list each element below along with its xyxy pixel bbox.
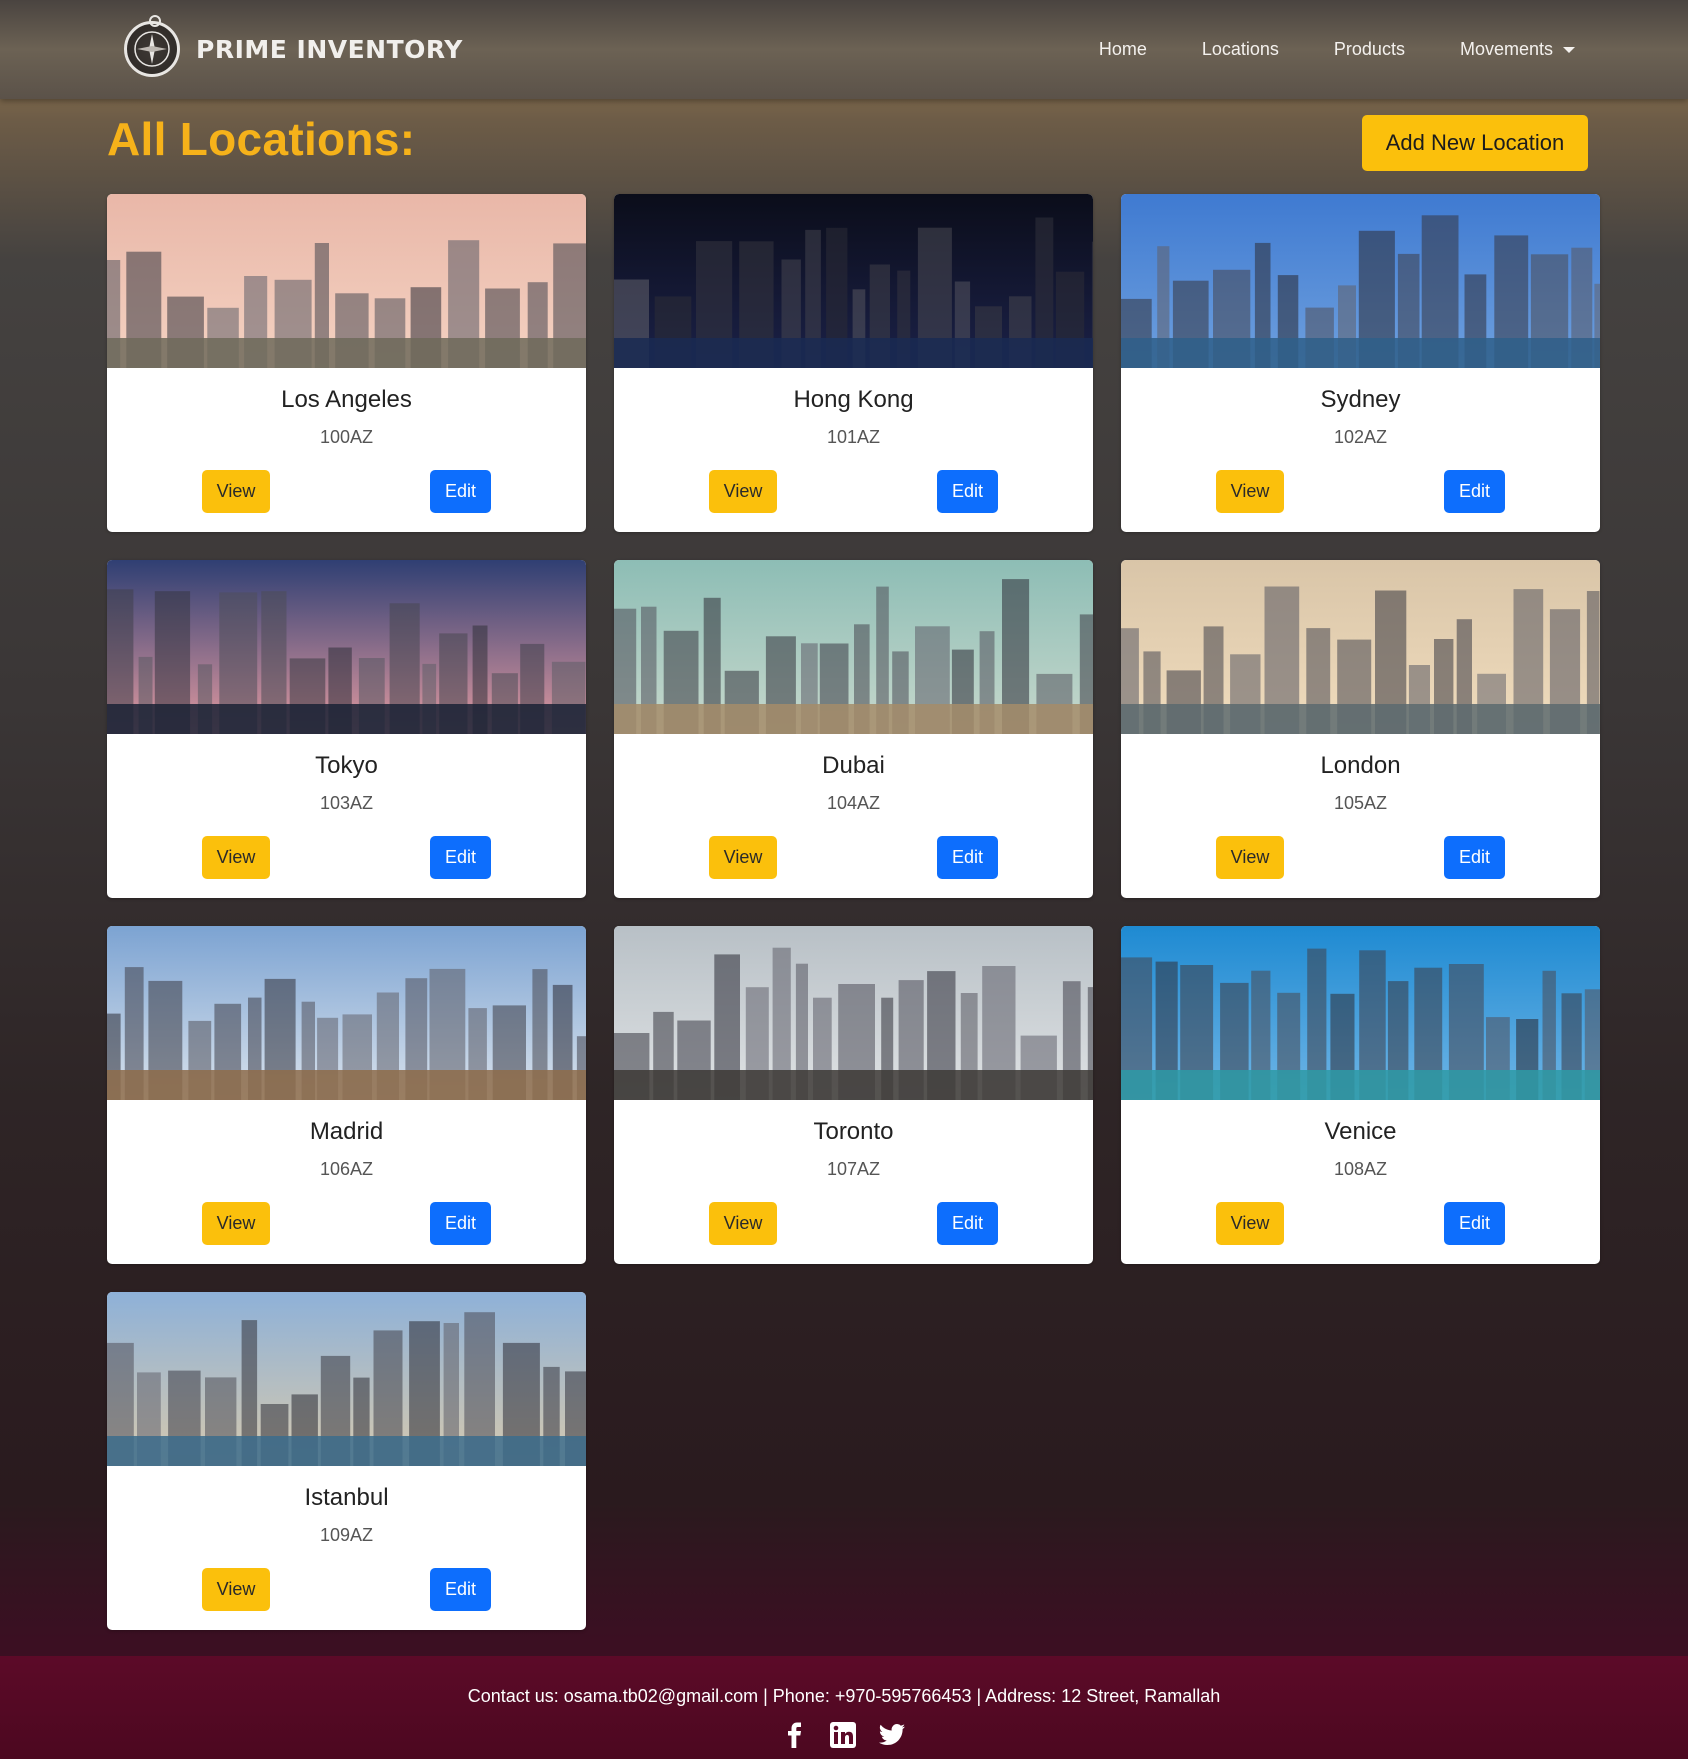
location-image — [107, 194, 586, 368]
nav-locations[interactable]: Locations — [1202, 39, 1279, 60]
edit-button[interactable]: Edit — [430, 836, 491, 879]
facebook-icon[interactable] — [781, 1721, 809, 1754]
view-button[interactable]: View — [202, 1202, 270, 1245]
location-code: 109AZ — [319, 1525, 374, 1545]
location-name: Madrid — [309, 1118, 384, 1145]
view-button[interactable]: View — [1216, 1202, 1284, 1245]
location-code: 101AZ — [826, 427, 881, 447]
nav-movements-label: Movements — [1459, 39, 1553, 59]
brand-name: PRIME INVENTORY — [196, 34, 463, 64]
view-button[interactable]: View — [1216, 836, 1284, 879]
navbar: PRIME INVENTORY Home Locations Products … — [0, 0, 1688, 99]
view-button[interactable]: View — [202, 470, 270, 513]
twitter-icon[interactable] — [877, 1721, 907, 1754]
location-card: Dubai 104AZ View Edit — [614, 560, 1093, 898]
location-code: 104AZ — [826, 793, 881, 813]
location-code: 100AZ — [319, 427, 374, 447]
edit-button[interactable]: Edit — [430, 470, 491, 513]
edit-button[interactable]: Edit — [937, 1202, 998, 1245]
location-name: Tokyo — [315, 752, 378, 779]
location-image — [614, 926, 1093, 1100]
location-card: Toronto 107AZ View Edit — [614, 926, 1093, 1264]
edit-button[interactable]: Edit — [1444, 470, 1505, 513]
edit-button[interactable]: Edit — [1444, 1202, 1505, 1245]
edit-button[interactable]: Edit — [430, 1568, 491, 1611]
view-button[interactable]: View — [202, 1568, 270, 1611]
view-button[interactable]: View — [202, 836, 270, 879]
location-image — [614, 560, 1093, 734]
view-button[interactable]: View — [1216, 470, 1284, 513]
nav-links: Home Locations Products Movements — [1044, 0, 1575, 99]
page-title: All Locations: — [107, 113, 416, 165]
location-name: Sydney — [1320, 386, 1401, 413]
location-image — [1121, 560, 1600, 734]
location-code: 102AZ — [1333, 427, 1388, 447]
compass-logo-icon — [124, 15, 180, 77]
location-image — [107, 926, 586, 1100]
social-links — [0, 1721, 1688, 1754]
location-name: London — [1320, 752, 1401, 779]
location-name: Dubai — [822, 752, 885, 779]
location-card: Los Angeles 100AZ View Edit — [107, 194, 586, 532]
view-button[interactable]: View — [709, 836, 777, 879]
footer-contact: Contact us: osama.tb02@gmail.com | Phone… — [467, 1686, 1221, 1706]
edit-button[interactable]: Edit — [937, 470, 998, 513]
location-code: 105AZ — [1333, 793, 1388, 813]
location-code: 108AZ — [1333, 1159, 1388, 1179]
location-image — [614, 194, 1093, 368]
location-image — [107, 1292, 586, 1466]
view-button[interactable]: View — [709, 470, 777, 513]
footer: Contact us: osama.tb02@gmail.com | Phone… — [0, 1656, 1688, 1759]
location-card: Hong Kong 101AZ View Edit — [614, 194, 1093, 532]
location-card: Sydney 102AZ View Edit — [1121, 194, 1600, 532]
location-image — [107, 560, 586, 734]
nav-home[interactable]: Home — [1099, 39, 1147, 60]
nav-products[interactable]: Products — [1334, 39, 1405, 60]
location-card: London 105AZ View Edit — [1121, 560, 1600, 898]
location-card: Tokyo 103AZ View Edit — [107, 560, 586, 898]
location-name: Venice — [1324, 1118, 1397, 1145]
location-name: Hong Kong — [793, 386, 914, 413]
linkedin-icon[interactable] — [829, 1721, 857, 1754]
location-image — [1121, 926, 1600, 1100]
edit-button[interactable]: Edit — [937, 836, 998, 879]
location-name: Istanbul — [304, 1484, 389, 1511]
view-button[interactable]: View — [709, 1202, 777, 1245]
location-code: 107AZ — [826, 1159, 881, 1179]
location-name: Los Angeles — [281, 386, 412, 413]
brand[interactable]: PRIME INVENTORY — [124, 15, 463, 82]
location-card: Madrid 106AZ View Edit — [107, 926, 586, 1264]
location-card: Venice 108AZ View Edit — [1121, 926, 1600, 1264]
location-code: 106AZ — [319, 1159, 374, 1179]
location-code: 103AZ — [319, 793, 374, 813]
add-new-location-button[interactable]: Add New Location — [1362, 115, 1588, 171]
nav-movements-dropdown[interactable]: Movements — [1460, 39, 1575, 60]
location-name: Toronto — [813, 1118, 894, 1145]
caret-down-icon — [1563, 46, 1575, 53]
location-card: Istanbul 109AZ View Edit — [107, 1292, 586, 1630]
location-image — [1121, 194, 1600, 368]
edit-button[interactable]: Edit — [430, 1202, 491, 1245]
edit-button[interactable]: Edit — [1444, 836, 1505, 879]
